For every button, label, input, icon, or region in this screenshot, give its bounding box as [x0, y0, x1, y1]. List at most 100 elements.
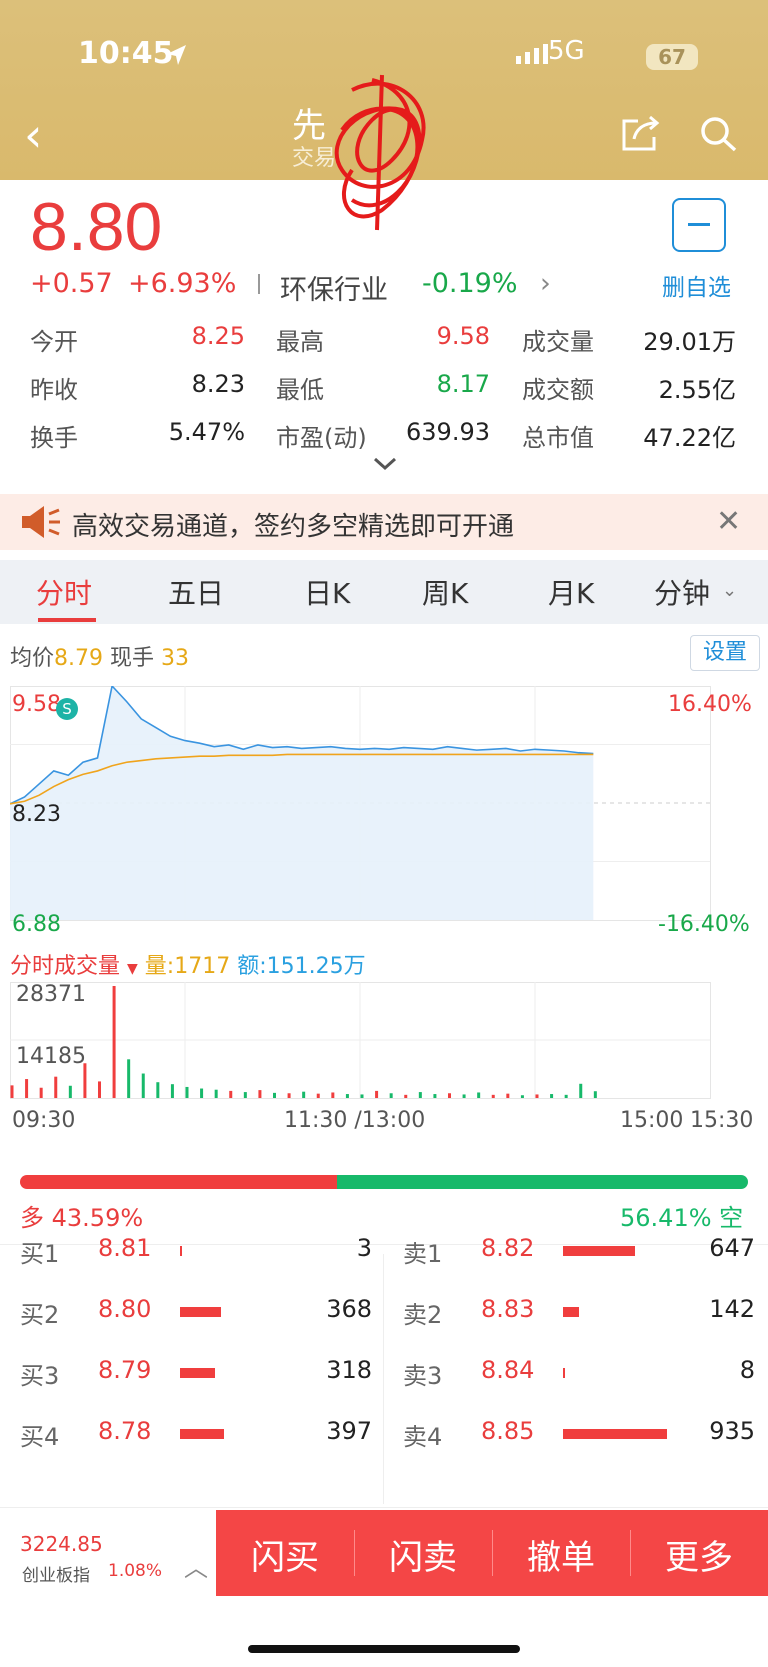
bid-level-bar — [180, 1368, 215, 1378]
volume-bar — [418, 1092, 422, 1098]
ask-level-price: 8.82 — [481, 1234, 535, 1262]
bid-level-price: 8.78 — [98, 1417, 152, 1445]
price-change: +0.57 — [30, 268, 113, 299]
chevron-down-icon[interactable]: ⌄ — [722, 580, 737, 601]
y-axis-mid: 8.23 — [12, 802, 61, 827]
ask-level-volume: 8 — [739, 1356, 755, 1384]
ask-level-label: 卖4 — [403, 1423, 443, 1451]
chevron-up-icon[interactable]: ︿ — [184, 1548, 208, 1583]
ask-level-volume: 935 — [709, 1417, 755, 1445]
industry-change-pct[interactable]: -0.19% — [422, 268, 518, 299]
volume-bar — [404, 1094, 408, 1098]
ask-level-bar — [563, 1307, 579, 1317]
cur-hand-label: 现手 — [110, 646, 155, 671]
divider — [383, 1254, 384, 1504]
volume-bar — [506, 1093, 510, 1098]
volume-axis-max: 28371 — [16, 982, 86, 1007]
ask-level-bar — [563, 1429, 667, 1439]
index-value[interactable]: 3224.85 — [20, 1532, 103, 1556]
index-name[interactable]: 创业板指 — [22, 1561, 90, 1586]
tab-five-day[interactable]: 五日 — [168, 572, 224, 612]
volume-title: 分时成交量 — [10, 954, 121, 979]
bid-level-bar — [180, 1246, 182, 1256]
volume-bar — [287, 1093, 291, 1098]
signal-icon — [516, 44, 548, 64]
share-icon[interactable] — [620, 115, 660, 151]
tab-monthly-k[interactable]: 月K — [548, 572, 594, 612]
ask-level-bar — [563, 1246, 635, 1256]
volume-bar — [10, 1085, 14, 1098]
y-axis-bottom: 6.88 — [12, 912, 61, 937]
promo-banner[interactable]: 高效交易通道，签约多空精选即可开通 ✕ — [0, 494, 768, 550]
volume-bar — [214, 1089, 218, 1098]
volume-bar — [491, 1094, 495, 1098]
signal-marker[interactable]: S — [56, 698, 78, 720]
tab-active-underline — [38, 618, 96, 622]
volume-bar — [68, 1085, 72, 1098]
volume-bar — [535, 1094, 539, 1098]
y-axis-top: 9.58 — [12, 692, 61, 717]
remove-favorite-icon[interactable] — [672, 198, 726, 252]
ask-level-label: 卖3 — [403, 1362, 443, 1390]
bid-level-price: 8.79 — [98, 1356, 152, 1384]
back-icon[interactable]: ‹ — [24, 112, 42, 158]
bid-level-bar — [180, 1307, 221, 1317]
volume-bar — [170, 1084, 174, 1098]
volume-bar — [331, 1092, 335, 1098]
bid-level-label: 买4 — [20, 1423, 60, 1451]
prev-close-label: 昨收 — [30, 376, 78, 404]
price-change-pct: +6.93% — [128, 268, 237, 299]
pe-value: 639.93 — [406, 418, 490, 446]
volume-bar — [25, 1079, 29, 1098]
banner-text: 高效交易通道，签约多空精选即可开通 — [72, 512, 515, 542]
open-value: 8.25 — [191, 322, 245, 350]
search-icon[interactable] — [700, 116, 740, 152]
industry-name[interactable]: 环保行业 — [280, 268, 388, 307]
flash-buy-button[interactable]: 闪买 — [216, 1530, 354, 1579]
mktcap-value: 47.22亿 — [643, 424, 736, 452]
close-icon[interactable]: ✕ — [716, 504, 741, 539]
tab-minute[interactable]: 分钟 — [654, 572, 710, 612]
chevron-right-icon[interactable]: › — [540, 268, 551, 299]
bid-level-label: 买1 — [20, 1240, 60, 1268]
tab-daily-k[interactable]: 日K — [304, 572, 350, 612]
volume-value: 29.01万 — [643, 328, 736, 356]
volume-label: 成交量 — [522, 328, 594, 356]
intraday-price-chart[interactable] — [10, 686, 756, 936]
location-icon — [167, 45, 186, 65]
volume-bar — [185, 1086, 189, 1098]
bid-level-price: 8.80 — [98, 1295, 152, 1323]
pe-label: 市盈(动) — [276, 424, 367, 452]
volume-bar — [448, 1093, 451, 1098]
bid-level-label: 买3 — [20, 1362, 60, 1390]
tab-weekly-k[interactable]: 周K — [422, 572, 468, 612]
volume-bar — [273, 1092, 276, 1098]
volume-bar — [156, 1082, 160, 1098]
volume-bar — [360, 1094, 364, 1098]
battery-level: 67 — [646, 44, 698, 70]
tab-intraday[interactable]: 分时 — [36, 572, 92, 612]
volume-bar — [258, 1090, 262, 1098]
speaker-icon — [22, 506, 60, 538]
time-tick-noon: 11:30 /13:00 — [284, 1108, 426, 1133]
flash-sell-button[interactable]: 闪卖 — [354, 1530, 492, 1579]
prev-close-value: 8.23 — [191, 370, 245, 398]
turnover-value: 5.47% — [168, 418, 245, 446]
ask-level-volume: 647 — [709, 1234, 755, 1262]
expand-chevron-icon[interactable] — [372, 456, 398, 472]
volume-bar — [127, 1059, 131, 1098]
cancel-order-button[interactable]: 撤单 — [492, 1530, 630, 1579]
volume-chart[interactable] — [10, 982, 756, 1104]
more-button[interactable]: 更多 — [630, 1530, 768, 1579]
ask-level-volume: 142 — [709, 1295, 755, 1323]
remove-favorite-button[interactable]: 删自选 — [662, 268, 731, 302]
volume-bar — [550, 1094, 554, 1098]
mktcap-label: 总市值 — [522, 424, 594, 452]
index-change-pct[interactable]: 1.08% — [108, 1561, 162, 1581]
bull-ratio-label: 多 43.59% — [20, 1204, 144, 1232]
volume-bar — [564, 1094, 568, 1098]
settings-button[interactable]: 设置 — [690, 635, 760, 671]
ask-level-label: 卖2 — [403, 1301, 443, 1329]
volume-header[interactable]: 分时成交量 ▼ 量:1717 额:151.25万 — [10, 948, 366, 980]
cur-hand-value: 33 — [161, 646, 190, 671]
